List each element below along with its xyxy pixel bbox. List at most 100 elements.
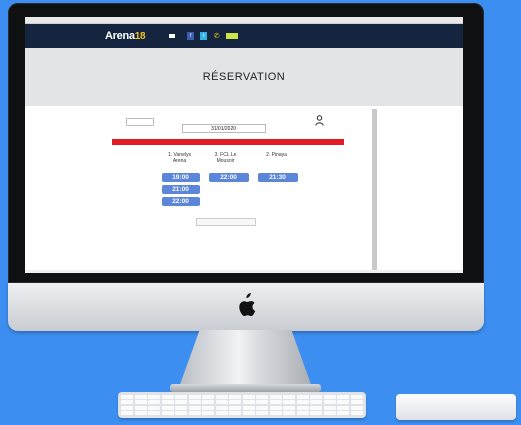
keyboard-key <box>283 405 296 410</box>
trackpad <box>396 394 516 420</box>
keyboard-key <box>256 395 269 399</box>
keyboard-key <box>310 405 323 410</box>
keyboard-key <box>134 400 147 405</box>
keyboard-key <box>296 405 309 410</box>
keyboard-key <box>310 411 323 415</box>
nav-link-4[interactable] <box>169 34 176 38</box>
keyboard-key <box>188 405 201 410</box>
keyboard-key <box>175 400 188 405</box>
keyboard-key <box>215 400 228 405</box>
keyboard-key <box>310 400 323 405</box>
keyboard-key <box>323 405 336 410</box>
keyboard-key <box>350 411 363 415</box>
keyboard-key <box>161 411 174 415</box>
user-icon[interactable] <box>314 115 324 126</box>
keyboard-key <box>188 411 201 415</box>
keyboard-key <box>310 395 323 399</box>
keyboard-key <box>229 400 242 405</box>
keyboard-key <box>202 400 215 405</box>
keyboard-key <box>256 400 269 405</box>
site-navbar: Arena 18 f t ✆ <box>25 24 463 48</box>
keyboard-key <box>215 395 228 399</box>
keyboard-key <box>148 400 161 405</box>
page-footer-strip <box>25 270 463 273</box>
keyboard-key <box>242 400 255 405</box>
court-label: 1. Vanelys Arena <box>168 152 191 164</box>
keyboard <box>118 392 366 418</box>
keyboard-key <box>121 411 134 415</box>
keyboard-key <box>350 405 363 410</box>
keyboard-key <box>242 411 255 415</box>
keyboard-key <box>256 405 269 410</box>
keyboard-key <box>188 395 201 399</box>
keyboard-key <box>296 395 309 399</box>
page-title: RÉSERVATION <box>202 71 286 83</box>
phone-icon[interactable]: ✆ <box>213 32 220 40</box>
keyboard-key <box>175 395 188 399</box>
keyboard-key <box>269 411 282 415</box>
keyboard-key <box>256 411 269 415</box>
keyboard-key <box>323 400 336 405</box>
keyboard-key <box>337 405 350 410</box>
keyboard-key <box>283 395 296 399</box>
keyboard-key <box>269 395 282 399</box>
keyboard-key <box>296 411 309 415</box>
keyboard-key <box>283 400 296 405</box>
screen: Arena 18 f t ✆ RÉSERVATION 31/01/2020 1.… <box>25 17 463 273</box>
page-hero: RÉSERVATION <box>25 48 463 106</box>
twitter-icon[interactable]: t <box>200 32 208 40</box>
keyboard-key <box>269 400 282 405</box>
keyboard-key <box>242 395 255 399</box>
all-slots-button[interactable] <box>195 218 256 226</box>
keyboard-key <box>202 411 215 415</box>
apple-icon <box>239 293 256 316</box>
date-input[interactable]: 31/01/2020 <box>181 124 266 133</box>
keyboard-key <box>175 405 188 410</box>
keyboard-key <box>337 400 350 405</box>
keyboard-key <box>161 400 174 405</box>
keyboard-key <box>283 411 296 415</box>
keyboard-key <box>188 400 201 405</box>
language-select[interactable] <box>125 118 154 126</box>
keyboard-key <box>134 395 147 399</box>
keyboard-key <box>121 395 134 399</box>
keyboard-key <box>337 395 350 399</box>
availability-banner <box>111 139 344 145</box>
court-label: 2. Pinaya <box>266 152 287 158</box>
court-label: 3. FCL Le Mousoir <box>214 152 237 164</box>
keyboard-key <box>215 405 228 410</box>
logo-text: Arena <box>105 30 135 42</box>
keyboard-key <box>229 411 242 415</box>
keyboard-key <box>323 395 336 399</box>
keyboard-key <box>161 405 174 410</box>
keyboard-key <box>350 395 363 399</box>
keyboard-key <box>134 405 147 410</box>
time-slot-button[interactable]: 22:00 <box>161 197 200 206</box>
facebook-icon[interactable]: f <box>187 32 195 40</box>
time-slot-button[interactable]: 21:30 <box>257 173 298 182</box>
keyboard-key <box>175 411 188 415</box>
mac-menubar <box>25 17 463 24</box>
keyboard-key <box>121 400 134 405</box>
imac-stand-base <box>170 384 321 392</box>
site-logo[interactable]: Arena 18 <box>105 30 146 42</box>
keyboard-key <box>229 395 242 399</box>
keyboard-key <box>134 411 147 415</box>
time-slot-button[interactable]: 21:00 <box>161 185 200 194</box>
keyboard-key <box>202 405 215 410</box>
reserve-button[interactable] <box>226 33 239 39</box>
keyboard-key <box>148 411 161 415</box>
keyboard-key <box>323 411 336 415</box>
keyboard-key <box>337 411 350 415</box>
imac-stand <box>178 330 313 390</box>
keyboard-key <box>202 395 215 399</box>
keyboard-key <box>148 395 161 399</box>
keyboard-key <box>215 411 228 415</box>
keyboard-key <box>148 405 161 410</box>
time-slot-button[interactable]: 22:00 <box>208 173 249 182</box>
keyboard-key <box>161 395 174 399</box>
logo-number: 18 <box>134 31 146 42</box>
time-slot-button[interactable]: 19:00 <box>161 173 200 182</box>
keyboard-key <box>296 400 309 405</box>
booking-panel: 31/01/2020 1. Vanelys Arena 3. FCL Le Mo… <box>111 109 377 273</box>
